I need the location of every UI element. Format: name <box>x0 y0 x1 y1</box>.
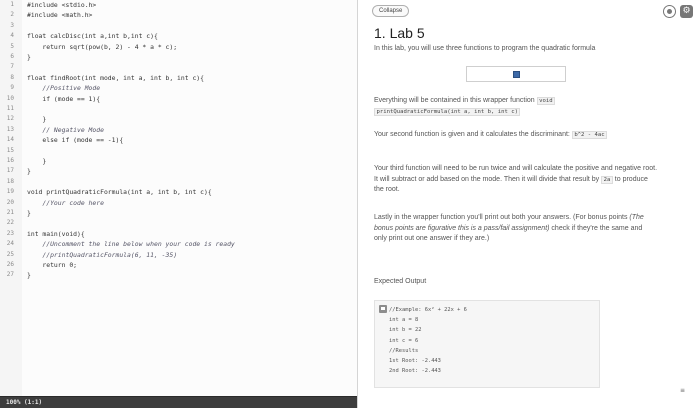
toggle-wrap-icon[interactable]: ≡ <box>680 388 691 398</box>
collapse-button[interactable]: Collapse <box>372 5 410 17</box>
code-line[interactable]: } <box>27 115 46 123</box>
expected-output-block: //Example: 6x² + 22x + 6 int a = 8 int b =… <box>374 300 600 388</box>
code-editor[interactable]: 1 2 3 4 5 6 7 8 9 10 11 12 13 14 15 16 17 18 19 20 21 22 23 24 2… <box>0 0 357 408</box>
output-line: int a = 8 <box>389 317 419 324</box>
circle-close-icon[interactable] <box>663 5 676 18</box>
line-number: 18 <box>6 177 14 185</box>
line-number: 23 <box>6 229 14 237</box>
zoom-cursor-status: 100% (1:1) <box>6 399 43 406</box>
code-line[interactable]: #include <stdio.h> <box>27 1 96 9</box>
discriminant-text: Your second function is given and it cal… <box>374 131 572 138</box>
print-text: Lastly in the wrapper function you'll pr… <box>374 214 630 221</box>
intro-text: In this lab, you will use three function… <box>374 45 596 52</box>
line-number: 9 <box>10 84 14 92</box>
instructions-panel: Collapse ⚙ 1. Lab 5 In this lab, you wil… <box>358 0 700 408</box>
embedded-image <box>466 66 566 82</box>
code-line[interactable]: //Your code here <box>27 199 104 207</box>
line-number: 3 <box>10 21 14 29</box>
inline-code-void: void <box>536 97 556 105</box>
code-line[interactable]: float calcDisc(int a,int b,int c){ <box>27 32 158 40</box>
code-line[interactable]: //Uncomment the line below when your cod… <box>27 240 234 248</box>
code-line[interactable]: void printQuadraticFormula(int a, int b,… <box>27 188 212 196</box>
code-line[interactable]: } <box>27 53 31 61</box>
line-number: 26 <box>6 261 14 268</box>
expected-output-label: Expected Output <box>374 278 427 285</box>
code-line[interactable]: } <box>27 271 31 279</box>
code-line[interactable]: //printQuadraticFormula(6, 11, -35) <box>27 251 177 259</box>
line-number: 27 <box>6 271 14 279</box>
print-paragraph: Lastly in the wrapper function you'll pr… <box>374 213 656 245</box>
editor-status-bar: 100% (1:1) <box>0 396 357 408</box>
line-number: 21 <box>6 209 14 216</box>
line-number: 14 <box>6 136 14 144</box>
code-line[interactable]: } <box>27 167 31 175</box>
code-line[interactable]: // Negative Mode <box>27 126 104 134</box>
line-number: 22 <box>6 219 14 227</box>
code-line[interactable]: if (mode == 1){ <box>27 95 100 103</box>
wrapper-paragraph: Everything will be contained in this wra… <box>374 96 664 117</box>
root-paragraph: Your third function will need to be run … <box>374 164 659 196</box>
gear-icon[interactable]: ⚙ <box>680 5 693 18</box>
line-number: 16 <box>6 157 14 164</box>
line-number: 11 <box>6 105 14 112</box>
code-line[interactable]: #include <math.h> <box>27 11 92 19</box>
line-number: 2 <box>10 11 14 19</box>
line-number: 19 <box>6 188 14 196</box>
inline-code-signature: printQuadraticFormula(int a, int b, int … <box>374 107 521 116</box>
code-line[interactable]: return sqrt(pow(b, 2) - 4 * a * c); <box>27 43 177 51</box>
line-number-gutter: 1 2 3 4 5 6 7 8 9 10 11 12 13 14 15 16 17 18 19 20 21 22 23 24 2… <box>0 0 22 396</box>
code-line[interactable]: } <box>27 209 31 217</box>
code-line[interactable]: else if (mode == -1){ <box>27 136 123 144</box>
line-number: 10 <box>6 94 14 102</box>
code-line[interactable]: float findRoot(int mode, int a, int b, i… <box>27 74 204 82</box>
line-number: 5 <box>10 42 14 50</box>
line-number: 7 <box>10 63 14 71</box>
line-number: 13 <box>6 125 14 133</box>
code-line[interactable]: } <box>27 157 46 165</box>
output-line: 2nd Root: -2.443 <box>389 368 441 375</box>
output-line: //Example: 6x² + 22x + 6 <box>389 307 467 313</box>
line-number: 6 <box>10 53 14 60</box>
line-number: 8 <box>10 73 14 81</box>
discriminant-paragraph: Your second function is given and it cal… <box>374 130 664 141</box>
copy-icon[interactable] <box>379 305 387 313</box>
output-line: int b = 22 <box>389 327 422 334</box>
line-number: 12 <box>6 115 14 123</box>
line-number: 17 <box>6 167 14 175</box>
lab-title: 1. Lab 5 <box>374 25 425 41</box>
output-line: 1st Root: -2.443 <box>389 358 441 364</box>
inline-code-2a: 2a <box>601 175 613 184</box>
broken-image-icon <box>513 71 520 78</box>
line-number: 25 <box>6 250 14 258</box>
inline-code-discriminant: b^2 - 4ac <box>571 131 608 139</box>
code-line[interactable]: //Positive Mode <box>27 84 100 92</box>
line-number: 24 <box>6 240 14 248</box>
code-line[interactable]: return 0; <box>27 261 77 269</box>
output-line: int c = 6 <box>389 337 419 344</box>
line-number: 15 <box>6 146 14 154</box>
line-number: 20 <box>6 198 14 206</box>
code-line[interactable]: int main(void){ <box>27 230 85 238</box>
line-number: 4 <box>10 32 14 40</box>
wrapper-text: Everything will be contained in this wra… <box>374 97 537 104</box>
line-number: 1 <box>10 1 14 8</box>
output-line: //Results <box>389 347 419 354</box>
